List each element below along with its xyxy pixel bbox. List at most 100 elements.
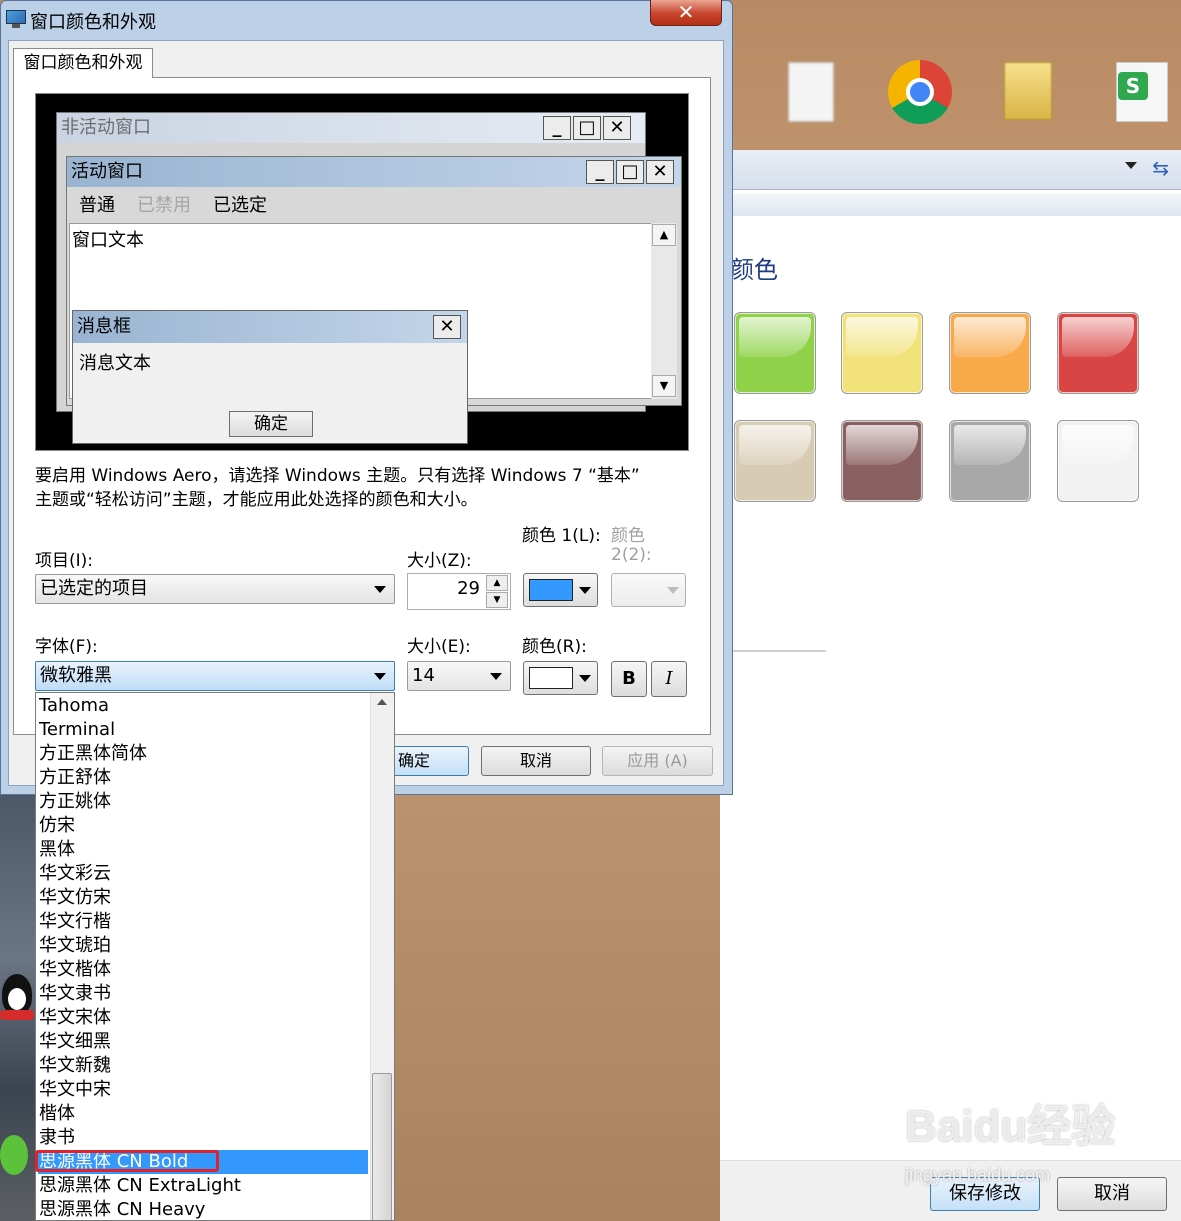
chrome-icon[interactable] (886, 58, 952, 134)
scroll-up-icon[interactable] (377, 699, 387, 705)
font-option[interactable]: 方正姚体 (38, 790, 368, 814)
font-option[interactable]: 隶书 (38, 1126, 368, 1150)
preview-menu-disabled: 已禁用 (137, 195, 191, 216)
refresh-icon[interactable]: ⇆ (1152, 156, 1169, 180)
chevron-down-icon (667, 587, 679, 594)
font-select-value: 微软雅黑 (40, 665, 112, 686)
font-option[interactable]: 楷体 (38, 1102, 368, 1126)
scroll-thumb[interactable] (372, 1073, 392, 1220)
background-explorer-window: ⇆ 颜色 保存修改 取消 (720, 150, 1181, 1221)
divider (720, 650, 826, 652)
color2-label-line2: 2(2): (611, 545, 652, 565)
color1-button[interactable] (523, 573, 598, 607)
font-select[interactable]: 微软雅黑 (35, 661, 395, 691)
scroll-down-icon: ▼ (652, 375, 676, 397)
chevron-down-icon (579, 675, 591, 682)
font-option[interactable]: Terminal (38, 718, 368, 742)
font-color-chip (529, 667, 573, 689)
font-option[interactable]: 华文宋体 (38, 1006, 368, 1030)
font-option[interactable]: 思源黑体 CN ExtraLight (38, 1174, 368, 1198)
zip-folder-icon[interactable] (1000, 58, 1064, 134)
section-heading: 颜色 (730, 256, 778, 284)
inactive-minimize-icon: _ (543, 116, 571, 140)
annotation-highlight-box (35, 1150, 219, 1172)
font-option[interactable]: 华文隶书 (38, 982, 368, 1006)
color-swatch-red[interactable] (1057, 312, 1139, 394)
appearance-preview: 非活动窗口 _ □ ✕ 活动窗口 _ □ ✕ 普通 已禁用 已选定 窗口文本 ▲… (35, 93, 689, 451)
font-size-label: 大小(E): (407, 637, 471, 657)
toolbar (720, 194, 1181, 216)
font-option[interactable]: 华文仿宋 (38, 886, 368, 910)
font-option[interactable]: 华文行楷 (38, 910, 368, 934)
color2-button (611, 573, 686, 607)
font-option[interactable]: 华文琥珀 (38, 934, 368, 958)
font-size-select-value: 14 (412, 665, 435, 686)
inactive-maximize-icon: □ (573, 116, 601, 140)
font-dropdown-list[interactable]: Tahoma Terminal 方正黑体简体 方正舒体 方正姚体 仿宋 黑体 华… (35, 692, 395, 1221)
active-close-icon: ✕ (646, 160, 674, 184)
watermark-url: jingyan.baidu.com (905, 1165, 1051, 1185)
color1-chip (529, 579, 573, 601)
text-file-icon[interactable] (780, 58, 844, 134)
color-swatch-tan[interactable] (734, 420, 816, 502)
bold-button[interactable]: B (611, 661, 647, 697)
font-option[interactable]: 方正舒体 (38, 766, 368, 790)
color-swatch-orange[interactable] (949, 312, 1031, 394)
color2-label-line1: 颜色 (611, 526, 645, 546)
size-spinner[interactable]: 29 ▲ ▼ (407, 573, 511, 610)
preview-message-box: 消息框 ✕ 消息文本 确定 (72, 310, 468, 444)
font-option[interactable]: 黑体 (38, 838, 368, 862)
size-label: 大小(Z): (407, 551, 472, 571)
preview-scrollbar: ▲ ▼ (651, 223, 677, 399)
watermark-brand: Baidu经验 (905, 1102, 1116, 1151)
cancel-changes-button[interactable]: 取消 (1057, 1177, 1167, 1211)
wechat-icon[interactable] (0, 1135, 30, 1185)
color-swatch-yellow[interactable] (841, 312, 923, 394)
spin-up-icon[interactable]: ▲ (486, 575, 508, 591)
qq-icon[interactable] (0, 970, 36, 1030)
msgbox-title-bar: 消息框 (73, 311, 467, 343)
scroll-up-icon: ▲ (652, 224, 676, 246)
preview-window-text: 窗口文本 (72, 230, 144, 251)
ok-button[interactable]: 确定 (385, 746, 469, 776)
font-color-button[interactable] (523, 661, 598, 695)
color1-label: 颜色 1(L): (522, 526, 601, 546)
font-option[interactable]: 华文中宋 (38, 1078, 368, 1102)
font-option[interactable]: 华文彩云 (38, 862, 368, 886)
active-maximize-icon: □ (616, 160, 644, 184)
item-select[interactable]: 已选定的项目 (35, 574, 395, 604)
preview-menu-normal: 普通 (79, 195, 115, 216)
color-swatch-white[interactable] (1057, 420, 1139, 502)
monitor-icon (6, 10, 26, 28)
cancel-button[interactable]: 取消 (481, 746, 591, 776)
msgbox-text: 消息文本 (79, 353, 151, 374)
font-option[interactable]: 华文楷体 (38, 958, 368, 982)
active-window-title: 活动窗口 (71, 161, 143, 182)
tab-window-color[interactable]: 窗口颜色和外观 (13, 48, 153, 78)
color-swatch-gray[interactable] (949, 420, 1031, 502)
color-swatch-brown[interactable] (841, 420, 923, 502)
dialog-close-button[interactable]: ✕ (650, 0, 722, 26)
chevron-down-icon (579, 587, 591, 594)
italic-button[interactable]: I (651, 661, 687, 697)
spin-down-icon[interactable]: ▼ (486, 592, 508, 608)
msgbox-title: 消息框 (77, 316, 131, 337)
info-text-line1: 要启用 Windows Aero，请选择 Windows 主题。只有选择 Win… (35, 466, 640, 486)
font-option[interactable]: 华文细黑 (38, 1030, 368, 1054)
spreadsheet-file-icon[interactable]: S (1110, 58, 1174, 134)
font-option[interactable]: 方正黑体简体 (38, 742, 368, 766)
font-label: 字体(F): (35, 637, 98, 657)
font-option[interactable]: 华文新魏 (38, 1054, 368, 1078)
item-select-value: 已选定的项目 (40, 578, 148, 599)
address-bar[interactable]: ⇆ (720, 150, 1181, 190)
font-option[interactable]: 仿宋 (38, 814, 368, 838)
font-color-label: 颜色(R): (522, 637, 587, 657)
inactive-close-icon: ✕ (603, 116, 631, 140)
font-option[interactable]: Tahoma (38, 694, 368, 718)
color-swatch-green[interactable] (734, 312, 816, 394)
dialog-title: 窗口颜色和外观 (30, 12, 156, 33)
chevron-down-icon (374, 673, 386, 680)
font-option[interactable]: 思源黑体 CN Heavy (38, 1198, 368, 1220)
font-list-scrollbar[interactable] (370, 693, 394, 1220)
font-size-select[interactable]: 14 (407, 661, 511, 691)
